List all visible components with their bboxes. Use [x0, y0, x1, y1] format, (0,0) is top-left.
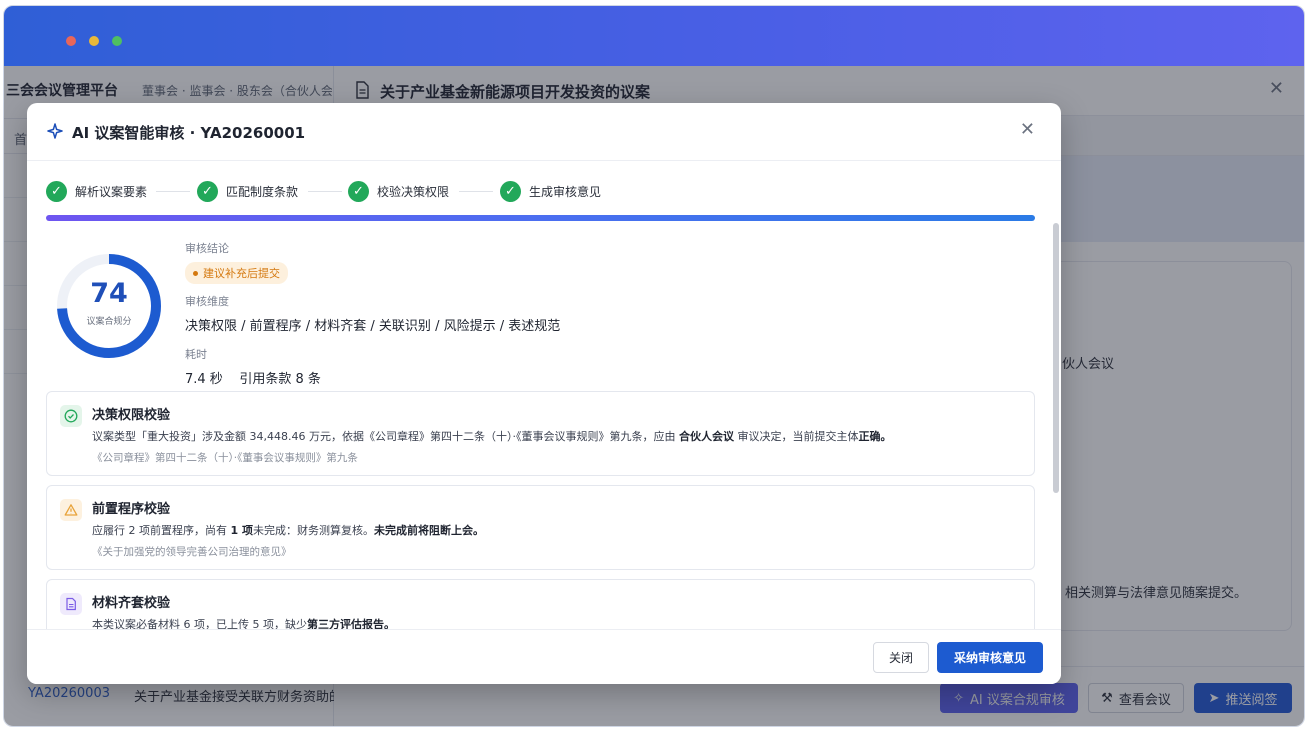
step-1: ✓ 解析议案要素 — [46, 180, 147, 202]
check-reference: 《关于加强党的领导完善公司治理的意见》 — [92, 546, 292, 558]
conclusion-badge: 建议补充后提交 — [185, 262, 288, 284]
modal-footer: 关闭 采纳审核意见 — [27, 629, 1061, 684]
step-label: 匹配制度条款 — [226, 184, 299, 199]
check-title: 材料齐套校验 — [92, 596, 171, 611]
check-title: 决策权限校验 — [92, 408, 171, 423]
step-2: ✓ 匹配制度条款 — [197, 180, 298, 202]
step-label: 生成审核意见 — [529, 184, 602, 199]
review-summary: 审核结论 建议补充后提交 审核维度 决策权限 / 前置程序 / 材料齐套 / 关… — [185, 240, 560, 387]
modal-body[interactable]: ✓ 解析议案要素 ✓ 匹配制度条款 ✓ 校验决策权限 ✓ 生成审核意见 74 议案合规分… — [27, 161, 1061, 629]
modal-header: AI 议案智能审核 · YA20260001 ✕ — [27, 103, 1061, 161]
check-desc: 议案类型「重大投资」涉及金额 34,448.46 万元，依据《公司章程》第四十二… — [92, 430, 892, 443]
status-dot-icon — [193, 270, 198, 276]
compliance-score-gauge: 74 议案合规分 — [54, 251, 164, 361]
step-divider — [459, 191, 493, 192]
check-icon: ✓ — [46, 180, 67, 202]
check-card-authority: 决策权限校验 议案类型「重大投资」涉及金额 34,448.46 万元，依据《公司… — [46, 391, 1035, 476]
step-divider — [308, 191, 342, 192]
check-icon: ✓ — [348, 180, 369, 202]
check-card-materials: 材料齐套校验 本类议案必备材料 6 项，已上传 5 项，缺少第三方评估报告。 — [46, 579, 1035, 629]
dimension-label: 审核维度 — [185, 295, 229, 308]
warning-icon — [60, 499, 82, 521]
step-label: 校验决策权限 — [377, 184, 450, 199]
check-desc: 应履行 2 项前置程序，尚有 1 项未完成：财务测算复核。未完成前将阻断上会。 — [92, 524, 484, 537]
conclusion-text: 建议补充后提交 — [203, 267, 280, 280]
review-progress-bar — [46, 215, 1035, 221]
check-circle-icon — [60, 405, 82, 427]
dimension-value: 决策权限 / 前置程序 / 材料齐套 / 关联识别 / 风险提示 / 表述规范 — [185, 319, 561, 334]
window-titlebar — [4, 6, 1304, 66]
score-label: 议案合规分 — [86, 317, 132, 327]
check-icon: ✓ — [500, 180, 521, 202]
modal-scrollbar[interactable] — [1053, 223, 1059, 493]
check-reference: 《公司章程》第四十二条（十）·《董事会议事规则》第九条 — [92, 452, 358, 464]
step-3: ✓ 校验决策权限 — [348, 180, 449, 202]
time-label: 耗时 — [185, 348, 207, 361]
step-label: 解析议案要素 — [75, 184, 148, 199]
adopt-review-button[interactable]: 采纳审核意见 — [937, 642, 1043, 673]
window-close-dot[interactable] — [66, 36, 76, 46]
step-divider — [156, 191, 190, 192]
check-card-procedure: 前置程序校验 应履行 2 项前置程序，尚有 1 项未完成：财务测算复核。未完成前… — [46, 485, 1035, 570]
time-value: 7.4 秒 引用条款 8 条 — [185, 372, 321, 387]
ai-review-modal: AI 议案智能审核 · YA20260001 ✕ ✓ 解析议案要素 ✓ 匹配制度条款… — [27, 103, 1061, 684]
check-desc: 本类议案必备材料 6 项，已上传 5 项，缺少第三方评估报告。 — [92, 618, 395, 629]
step-4: ✓ 生成审核意见 — [500, 180, 601, 202]
review-steps: ✓ 解析议案要素 ✓ 匹配制度条款 ✓ 校验决策权限 ✓ 生成审核意见 — [46, 180, 1026, 204]
modal-title: AI 议案智能审核 · YA20260001 — [72, 124, 306, 142]
close-button[interactable]: 关闭 — [873, 642, 929, 673]
check-title: 前置程序校验 — [92, 502, 171, 517]
window-maximize-dot[interactable] — [112, 36, 122, 46]
close-icon[interactable]: ✕ — [1020, 119, 1035, 140]
check-icon: ✓ — [197, 180, 218, 202]
sparkle-icon — [47, 123, 63, 139]
conclusion-label: 审核结论 — [185, 242, 229, 255]
window-minimize-dot[interactable] — [89, 36, 99, 46]
score-value: 74 — [90, 278, 128, 309]
file-icon — [60, 593, 82, 615]
